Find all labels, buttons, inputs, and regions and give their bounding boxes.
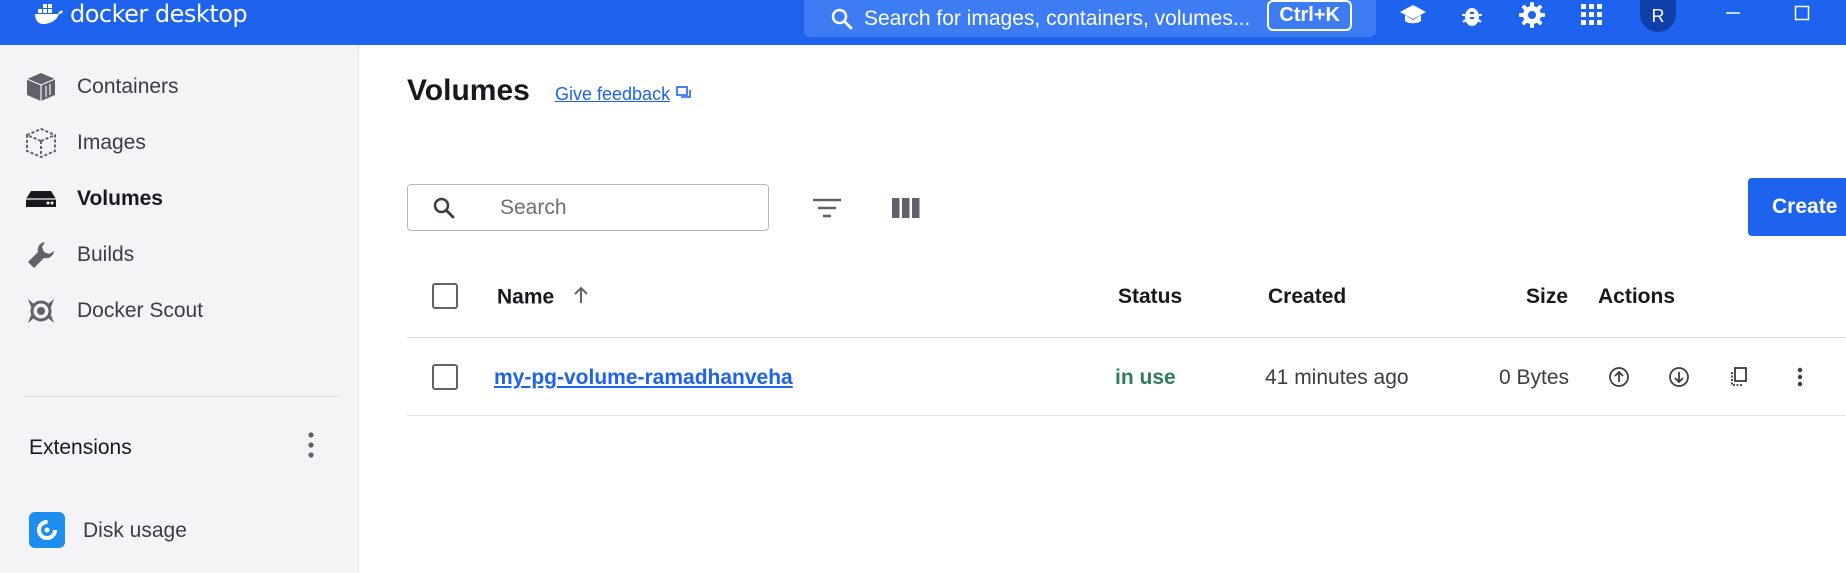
sidebar-item-label: Docker Scout [77, 299, 204, 322]
sort-ascending-arrow-icon[interactable] [572, 285, 590, 311]
extensions-grid-icon[interactable] [1577, 0, 1607, 30]
columns-view-icon[interactable] [888, 190, 924, 226]
column-header-name[interactable]: Name [497, 285, 590, 311]
sidebar-item-label: Volumes [77, 187, 163, 210]
extension-disk-usage-label[interactable]: Disk usage [83, 519, 187, 543]
brand-name: docker desktop [70, 0, 248, 28]
disk-usage-icon[interactable] [29, 512, 65, 548]
user-avatar[interactable]: R [1640, 0, 1676, 32]
feedback-chat-icon [676, 84, 692, 105]
column-header-actions: Actions [1598, 285, 1676, 308]
search-icon [432, 196, 456, 220]
import-volume-icon[interactable] [1604, 362, 1634, 392]
filter-icon[interactable] [809, 190, 845, 226]
extensions-heading: Extensions [29, 436, 132, 459]
row-select-checkbox[interactable] [432, 364, 458, 390]
extensions-more-menu-icon[interactable] [296, 427, 326, 463]
global-search-placeholder: Search for images, containers, volumes..… [864, 6, 1251, 30]
sidebar-item-containers[interactable]: Containers [0, 59, 359, 115]
sidebar-item-label: Images [77, 131, 146, 154]
sidebar-item-builds[interactable]: Builds [0, 227, 359, 283]
global-search-bar[interactable]: Search for images, containers, volumes..… [804, 0, 1376, 37]
feedback-link-label: Give feedback [555, 84, 671, 104]
more-actions-icon[interactable] [1785, 362, 1815, 392]
containers-icon [24, 70, 58, 104]
sidebar-item-volumes[interactable]: Volumes [0, 171, 359, 227]
volume-name-link[interactable]: my-pg-volume-ramadhanveha [494, 366, 793, 390]
sidebar-divider [24, 396, 341, 397]
column-header-status[interactable]: Status [1118, 285, 1182, 309]
search-shortcut-badge: Ctrl+K [1267, 0, 1352, 31]
docker-scout-icon [24, 294, 58, 328]
sidebar-item-label: Containers [77, 75, 179, 98]
clone-volume-icon[interactable] [1724, 362, 1754, 392]
sidebar-item-label: Builds [77, 243, 135, 266]
troubleshoot-bug-icon[interactable] [1457, 0, 1487, 30]
select-all-checkbox[interactable] [432, 283, 458, 309]
created-time: 41 minutes ago [1265, 366, 1409, 389]
brand: docker desktop [34, 0, 248, 28]
search-icon [830, 7, 854, 31]
docker-whale-icon [34, 3, 64, 25]
volume-search-field[interactable] [407, 184, 769, 231]
column-name-label: Name [497, 285, 555, 309]
table-header: Name Status Created Size Actions [407, 262, 1846, 338]
learning-center-icon[interactable] [1398, 0, 1428, 30]
column-header-created[interactable]: Created [1268, 285, 1346, 309]
status-badge: in use [1115, 366, 1176, 389]
page-title: Volumes [407, 74, 530, 107]
volumes-icon [24, 182, 58, 216]
top-bar: docker desktop Search for images, contai… [0, 0, 1846, 45]
create-volume-button[interactable]: Create [1748, 178, 1846, 236]
column-header-size[interactable]: Size [1526, 285, 1568, 309]
maximize-window-icon[interactable] [1787, 0, 1817, 26]
wrench-icon [24, 238, 58, 272]
give-feedback-link[interactable]: Give feedback [555, 84, 692, 105]
sidebar-item-docker-scout[interactable]: Docker Scout [0, 283, 359, 339]
table-row[interactable]: my-pg-volume-ramadhanveha in use 41 minu… [407, 339, 1846, 416]
search-input[interactable] [500, 193, 760, 223]
sidebar-item-images[interactable]: Images [0, 115, 359, 171]
settings-gear-icon[interactable] [1517, 0, 1547, 30]
export-volume-icon[interactable] [1664, 362, 1694, 392]
minimize-window-icon[interactable] [1718, 0, 1748, 26]
sidebar: Containers Images Volumes Builds Docker … [0, 45, 359, 573]
images-icon [24, 126, 58, 160]
volume-size: 0 Bytes [1499, 366, 1570, 389]
